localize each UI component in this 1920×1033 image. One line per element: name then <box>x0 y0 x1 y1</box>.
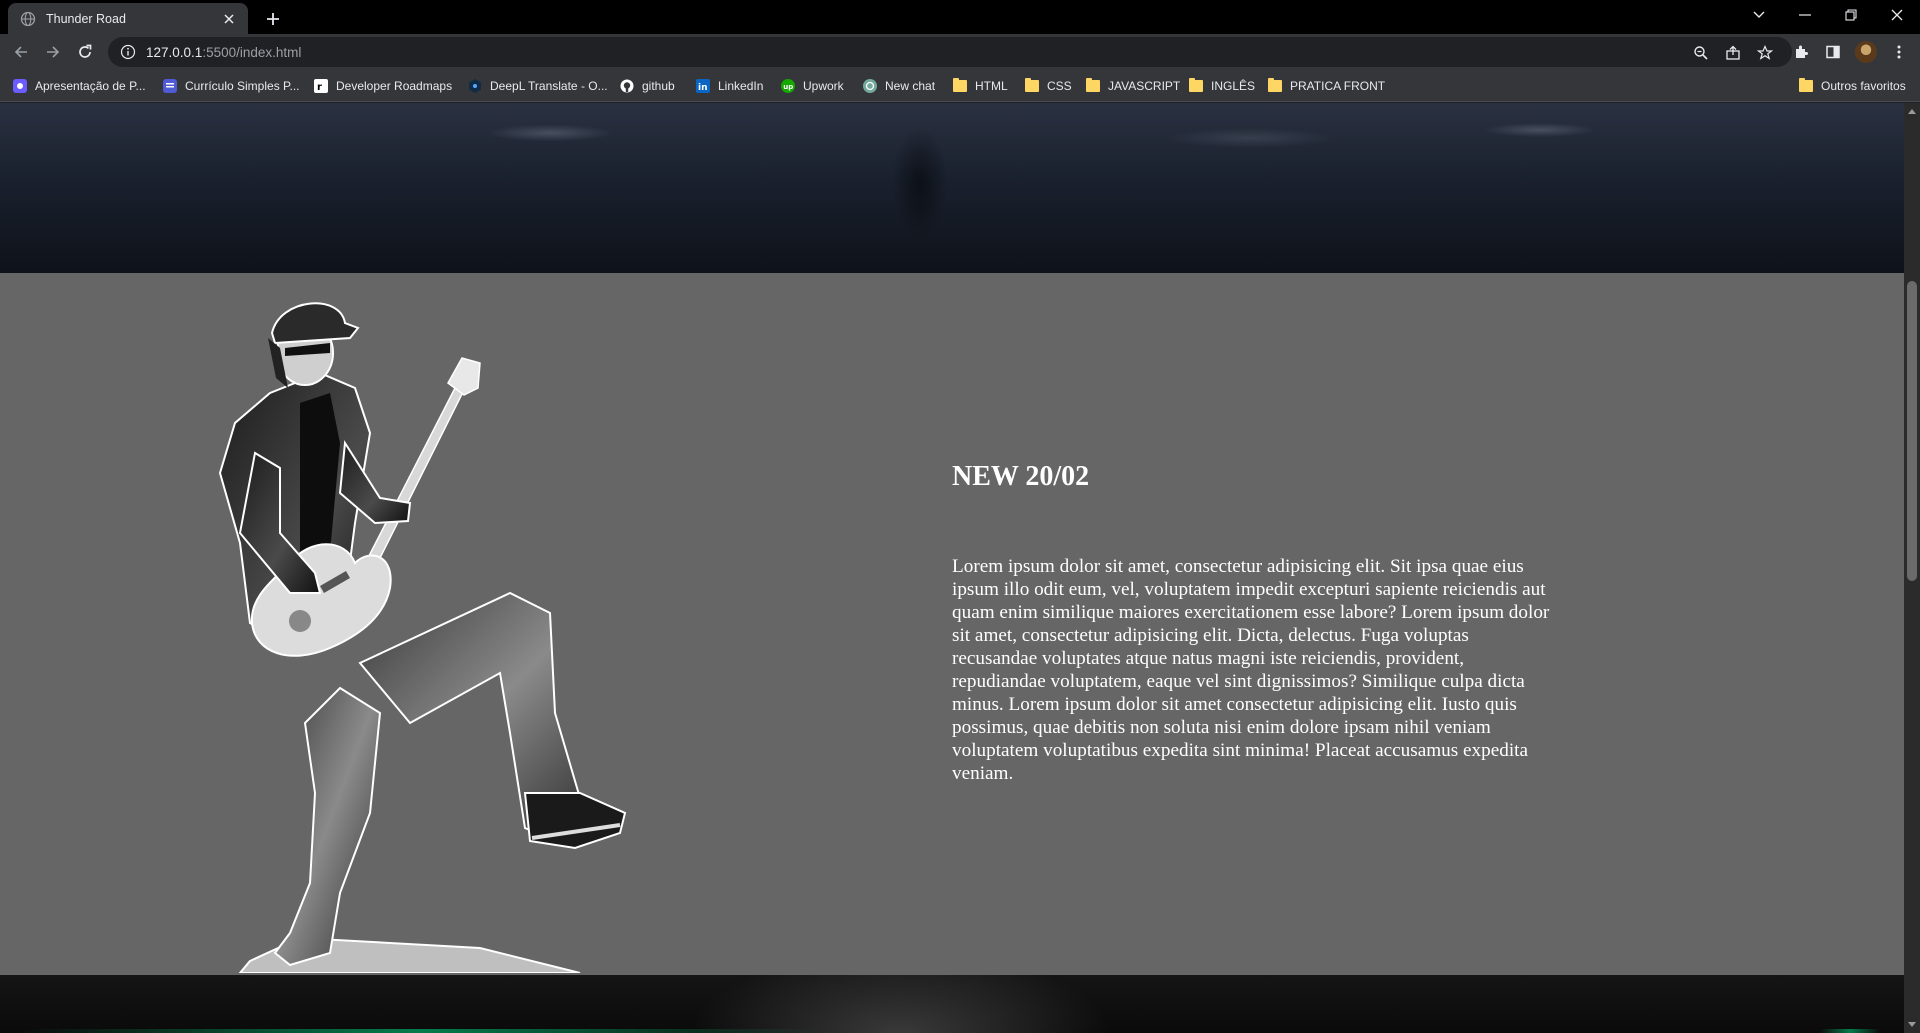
tab-search-icon[interactable] <box>1736 0 1782 30</box>
back-icon[interactable] <box>8 39 34 65</box>
bookmark-label: New chat <box>885 79 936 93</box>
page-scrollbar[interactable] <box>1904 103 1920 1033</box>
bookmarks-bar: Apresentação de P... Currículo Simples P… <box>0 70 1920 102</box>
bookmark-item[interactable]: Currículo Simples P... <box>162 76 300 96</box>
bookmark-folder[interactable]: INGLÊS <box>1188 76 1255 96</box>
bookmark-label: DeepL Translate - O... <box>490 79 608 93</box>
bookmark-label: PRATICA FRONT <box>1290 79 1386 93</box>
scroll-down-icon[interactable] <box>1908 1021 1916 1029</box>
bookmark-label: CSS <box>1047 79 1072 93</box>
tab-title: Thunder Road <box>46 11 126 26</box>
page-viewport: NEW 20/02 Lorem ipsum dolor sit amet, co… <box>0 103 1904 1033</box>
folder-icon <box>952 78 968 94</box>
chat-icon <box>862 78 878 94</box>
folder-icon <box>1024 78 1040 94</box>
close-window-icon[interactable] <box>1874 0 1920 30</box>
bookmark-label: Apresentação de P... <box>35 79 146 93</box>
bookmark-label: github <box>642 79 675 93</box>
news-body: Lorem ipsum dolor sit amet, consectetur … <box>952 556 1550 784</box>
bookmark-label: Currículo Simples P... <box>185 79 300 93</box>
bookmark-label: LinkedIn <box>718 79 764 93</box>
new-tab-button[interactable] <box>260 6 286 32</box>
side-panel-icon[interactable] <box>1820 39 1846 65</box>
url-host: 127.0.0.1 <box>146 44 203 60</box>
news-title: NEW 20/02 <box>952 461 1090 492</box>
bookmark-label: HTML <box>975 79 1008 93</box>
browser-tab[interactable]: Thunder Road <box>8 3 248 34</box>
other-bookmarks-label: Outros favoritos <box>1821 79 1906 93</box>
zoom-icon[interactable] <box>1692 44 1710 62</box>
folder-icon <box>1085 78 1101 94</box>
section-heading-glow <box>20 1029 820 1033</box>
url-path: :5500/index.html <box>202 44 302 60</box>
tab-strip: Thunder Road <box>0 0 1920 34</box>
share-icon[interactable] <box>1724 44 1742 62</box>
svg-text:in: in <box>698 83 708 93</box>
next-section-background <box>0 975 1904 1033</box>
folder-icon <box>1267 78 1283 94</box>
bookmark-folder[interactable]: PRATICA FRONT <box>1267 76 1385 96</box>
upwork-icon: up <box>780 78 796 94</box>
scroll-up-icon[interactable] <box>1908 107 1916 115</box>
section-heading-glow <box>1820 1029 1880 1033</box>
browser-toolbar: 127.0.0.1:5500/index.html <box>0 34 1920 70</box>
forward-icon[interactable] <box>40 39 66 65</box>
browser-menu-icon[interactable] <box>1886 39 1912 65</box>
folder-icon <box>1798 78 1814 94</box>
address-bar[interactable]: 127.0.0.1:5500/index.html <box>108 37 1792 67</box>
bookmark-item[interactable]: DeepL Translate - O... <box>467 76 608 96</box>
restore-icon[interactable] <box>1828 0 1874 30</box>
news-article: NEW 20/02 Lorem ipsum dolor sit amet, co… <box>952 461 1552 785</box>
site-info-icon[interactable] <box>120 44 136 60</box>
extensions-icon[interactable] <box>1788 39 1814 65</box>
reload-icon[interactable] <box>72 39 98 65</box>
svg-text:r: r <box>317 82 322 93</box>
bookmark-item[interactable]: in LinkedIn <box>695 76 763 96</box>
roadmap-icon: r <box>313 78 329 94</box>
guitarist-image <box>218 302 627 973</box>
bookmark-folder[interactable]: HTML <box>952 76 1008 96</box>
scroll-thumb[interactable] <box>1907 281 1917 581</box>
bookmark-item[interactable]: New chat <box>862 76 935 96</box>
bookmark-folder[interactable]: JAVASCRIPT <box>1085 76 1180 96</box>
svg-text:up: up <box>783 83 793 91</box>
bookmark-label: Upwork <box>803 79 844 93</box>
minimize-icon[interactable] <box>1782 0 1828 30</box>
github-icon <box>619 78 635 94</box>
globe-icon <box>20 11 36 27</box>
bookmark-label: INGLÊS <box>1211 79 1256 93</box>
bookmark-label: JAVASCRIPT <box>1108 79 1181 93</box>
bookmark-star-icon[interactable] <box>1756 44 1774 62</box>
doc-icon <box>162 78 178 94</box>
linkedin-icon: in <box>695 78 711 94</box>
bookmark-label: Developer Roadmaps <box>336 79 453 93</box>
deepl-icon <box>467 78 483 94</box>
bookmark-item[interactable]: github <box>619 76 675 96</box>
folder-icon <box>1188 78 1204 94</box>
other-bookmarks-folder[interactable]: Outros favoritos <box>1798 76 1906 96</box>
bookmark-folder[interactable]: CSS <box>1024 76 1072 96</box>
profile-avatar[interactable] <box>1855 41 1877 63</box>
hero-background-image <box>0 103 1904 273</box>
bookmark-item[interactable]: r Developer Roadmaps <box>313 76 452 96</box>
bookmark-item[interactable]: Apresentação de P... <box>12 76 146 96</box>
close-tab-icon[interactable] <box>220 10 238 28</box>
news-section: NEW 20/02 Lorem ipsum dolor sit amet, co… <box>0 273 1904 975</box>
app-icon <box>12 78 28 94</box>
bookmark-item[interactable]: up Upwork <box>780 76 844 96</box>
